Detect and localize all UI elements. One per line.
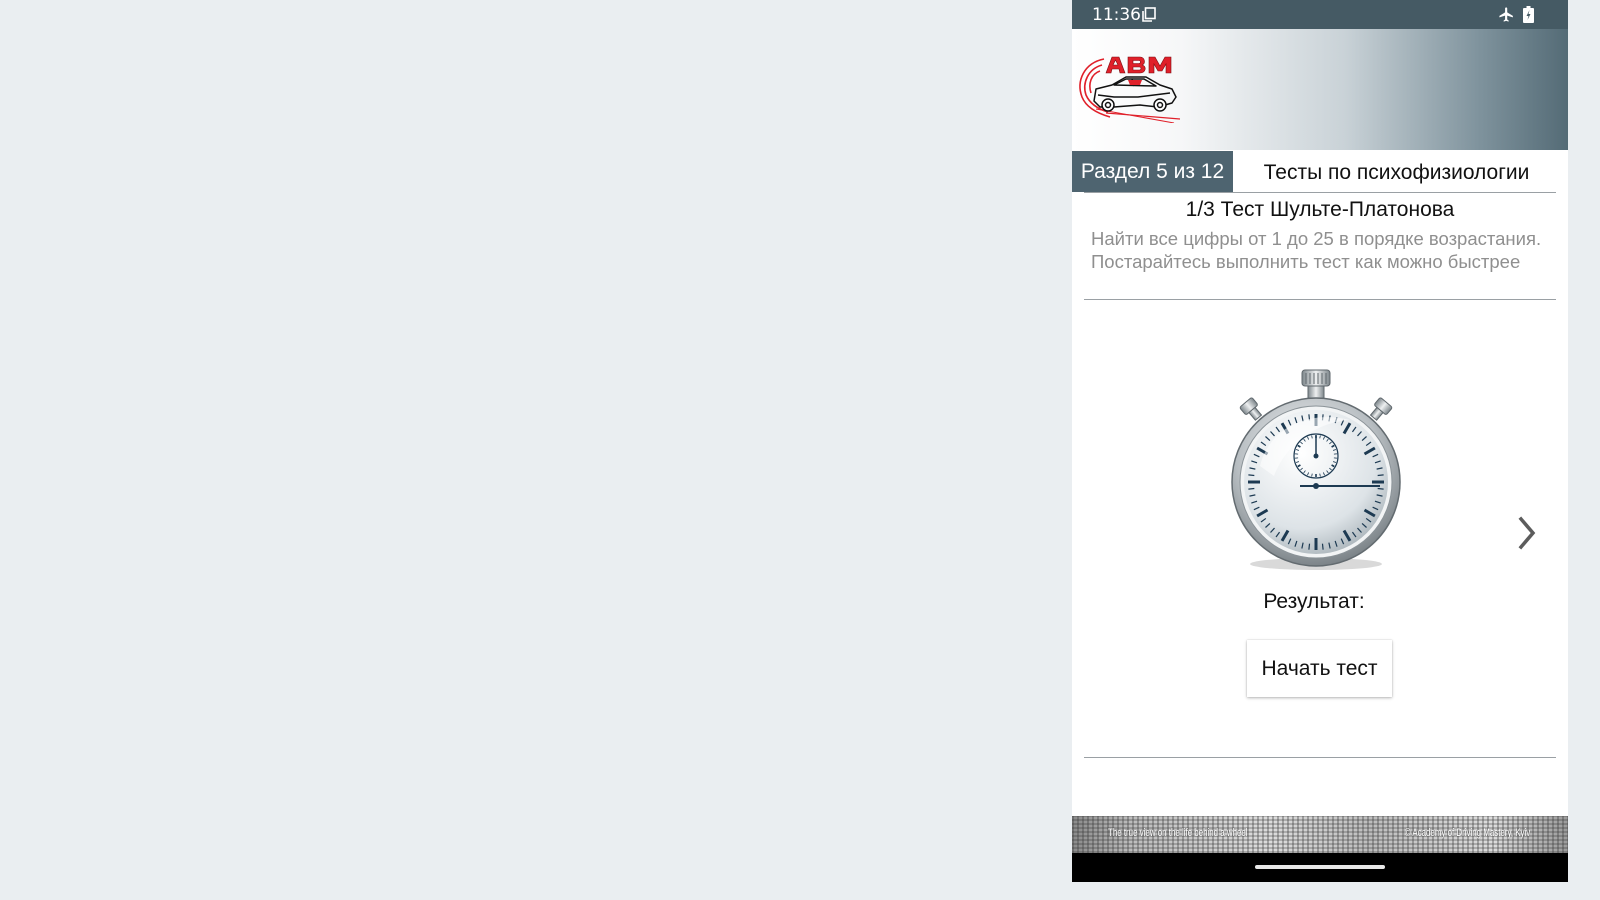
status-time: 11:36 xyxy=(1092,5,1141,25)
test-title: 1/3 Тест Шульте-Платонова xyxy=(1185,198,1455,221)
section-badge: Раздел 5 из 12 xyxy=(1072,151,1233,192)
test-description: Найти все цифры от 1 до 25 в порядке воз… xyxy=(1091,228,1542,272)
footer-copyright: © Academy of Driving Mastery, Kyiv xyxy=(1404,827,1530,839)
status-bar: 11:36 xyxy=(1072,0,1568,29)
start-test-button[interactable]: Начать тест xyxy=(1247,640,1392,697)
stopwatch-icon xyxy=(1231,369,1401,570)
navigation-bar xyxy=(1072,853,1568,882)
section-title: Тесты по психофизиологии xyxy=(1263,161,1530,184)
copy-icon xyxy=(1142,7,1156,22)
header-banner xyxy=(1072,29,1568,150)
divider xyxy=(1084,757,1556,758)
next-arrow-icon[interactable] xyxy=(1516,515,1538,551)
divider xyxy=(1084,192,1556,193)
home-gesture-handle[interactable] xyxy=(1255,865,1385,869)
footer-banner: The true view on the life behind a wheel… xyxy=(1072,816,1568,853)
section-row: Раздел 5 из 12 Тесты по психофизиологии xyxy=(1072,151,1568,192)
battery-icon xyxy=(1523,6,1534,23)
footer-slogan: The true view on the life behind a wheel xyxy=(1108,827,1248,839)
abm-logo xyxy=(1079,56,1181,123)
result-label: Результат: xyxy=(1263,590,1365,613)
app-screen: 11:36 Раздел 5 из 12 Тесты по психофизио… xyxy=(1072,0,1568,882)
airplane-icon xyxy=(1499,7,1513,22)
divider xyxy=(1084,299,1556,300)
